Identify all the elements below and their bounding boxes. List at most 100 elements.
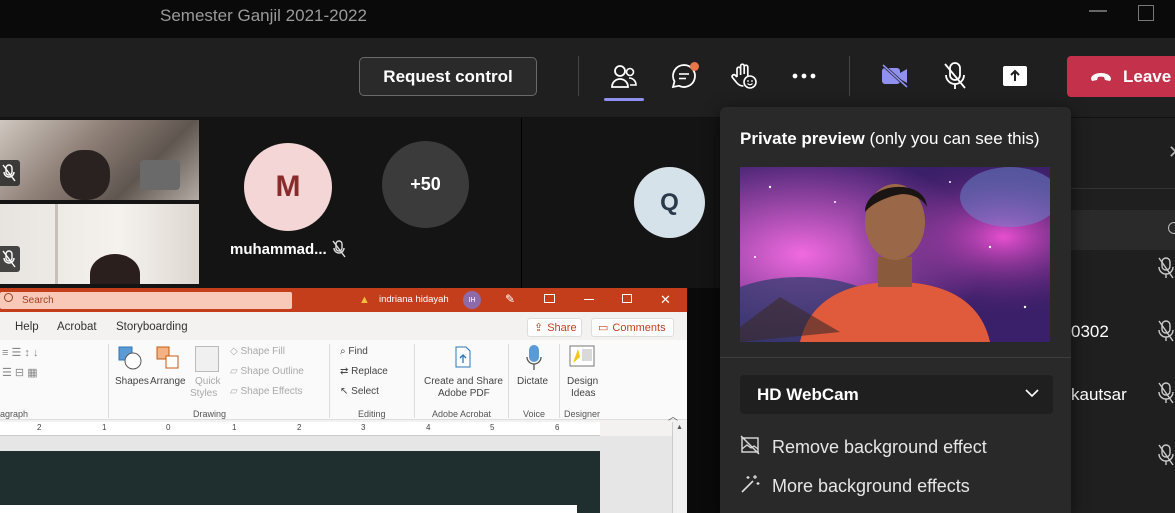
ruler-tick: 5 (490, 423, 495, 432)
mic-off-icon[interactable] (939, 60, 971, 92)
more-icon[interactable] (788, 60, 820, 92)
mic-off-icon (331, 240, 347, 263)
ruler-tick: 2 (297, 423, 302, 432)
participant-avatar-q[interactable]: Q (634, 167, 705, 238)
search-icon (4, 293, 13, 302)
request-control-button[interactable]: Request control (359, 57, 537, 96)
pane-divider (1071, 188, 1175, 189)
mic-off-icon (0, 160, 20, 186)
participant-video-tile[interactable] (0, 120, 199, 200)
restore-button[interactable] (1138, 5, 1154, 21)
ppt-scrollbar[interactable]: ▲ (672, 422, 687, 513)
tab-acrobat[interactable]: Acrobat (57, 321, 97, 333)
ppt-slide[interactable] (0, 451, 600, 513)
ppt-search-input[interactable]: Search (0, 292, 292, 309)
overflow-participants-button[interactable]: +50 (382, 141, 469, 228)
ppt-share-button[interactable]: ⇪ Share (527, 318, 582, 337)
self-video-preview (740, 167, 1050, 342)
shape-outline-button[interactable]: ▱ Shape Outline (230, 366, 304, 377)
ppt-close-button[interactable]: ✕ (660, 292, 671, 308)
stage-background (687, 288, 720, 513)
mic-off-icon (1157, 444, 1175, 471)
ppt-ribbon: ≡ ☰ ↕ ↓ ☰ ⊟ ▦ agraph Shapes Arrange Quic… (0, 340, 687, 423)
ruler-tick: 3 (361, 423, 366, 432)
private-preview-panel: Private preview (only you can see this) … (720, 107, 1071, 513)
mic-off-icon (1157, 257, 1175, 284)
adobe-group-label: Adobe Acrobat (432, 409, 492, 419)
create-share-label-2[interactable]: Adobe PDF (438, 388, 490, 399)
remove-background-label: Remove background effect (772, 437, 987, 457)
camera-off-icon[interactable] (879, 60, 911, 92)
share-tray-icon[interactable] (999, 60, 1031, 92)
arrange-icon[interactable] (156, 346, 180, 373)
pen-icon[interactable]: ✎ (505, 292, 515, 306)
ribbon-divider (414, 344, 415, 418)
shape-effects-button[interactable]: ▱ Shape Effects (230, 386, 303, 397)
camera-select-value: HD WebCam (757, 384, 859, 404)
grid-divider (521, 118, 522, 288)
shapes-icon[interactable] (118, 346, 142, 370)
window-title: Semester Ganjil 2021-2022 (160, 6, 367, 25)
raise-hand-icon[interactable] (728, 60, 760, 92)
minimize-button[interactable] (1089, 10, 1107, 12)
participant-avatar-m[interactable]: M (244, 143, 332, 231)
ruler-tick: 0 (166, 423, 171, 432)
participants-search-input[interactable] (1071, 210, 1175, 250)
mic-off-icon (1157, 382, 1175, 409)
ppt-restore-button[interactable] (622, 294, 632, 303)
participant-name: muhammad... (230, 241, 327, 258)
microphone-icon[interactable] (526, 344, 542, 375)
shapes-label[interactable]: Shapes (115, 376, 149, 387)
adobe-pdf-icon[interactable] (454, 346, 472, 371)
design-ideas-label-1[interactable]: Design (567, 376, 598, 387)
quick-styles-icon[interactable] (195, 346, 219, 372)
more-background-effects-option[interactable]: More background effects (740, 474, 970, 499)
ppt-slide-content (0, 505, 577, 513)
drawing-group-label: Drawing (193, 409, 227, 419)
paragraph-align-controls[interactable]: ☰ ⊟ ▦ (2, 366, 38, 379)
ppt-comments-button[interactable]: ▭ Comments (591, 318, 674, 337)
chevron-down-icon (1024, 385, 1040, 406)
private-preview-heading: Private preview (only you can see this) (740, 129, 1040, 149)
design-ideas-icon[interactable] (569, 345, 595, 372)
design-ideas-label-2[interactable]: Ideas (571, 388, 595, 399)
magic-wand-icon (740, 474, 760, 499)
ppt-minimize-button[interactable] (584, 299, 594, 301)
ppt-search-placeholder: Search (22, 295, 54, 306)
collapse-ribbon-icon[interactable]: ︿ (668, 408, 678, 423)
people-icon[interactable] (608, 60, 640, 92)
participant-silhouette (90, 254, 140, 284)
ribbon-display-icon[interactable] (544, 294, 555, 303)
preview-divider (720, 357, 1071, 358)
paragraph-controls[interactable]: ≡ ☰ ↕ ↓ (2, 346, 38, 359)
participant-video-tile[interactable] (0, 204, 199, 284)
shared-screen-powerpoint: Search ▲ indriana hidayah IH ✎ ✕ Help Ac… (0, 288, 687, 513)
camera-select[interactable]: HD WebCam (740, 375, 1053, 414)
replace-button[interactable]: ⇄ Replace (340, 366, 388, 377)
find-button[interactable]: ⌕ Find (340, 346, 368, 357)
comment-icon: ▭ (598, 322, 609, 334)
select-button[interactable]: ↖ Select (340, 386, 379, 397)
leave-button[interactable]: Leave (1067, 56, 1175, 97)
tab-help[interactable]: Help (15, 321, 39, 333)
tab-storyboarding[interactable]: Storyboarding (116, 321, 188, 333)
create-share-label-1[interactable]: Create and Share (424, 376, 503, 387)
ribbon-divider (508, 344, 509, 418)
shape-fill-button[interactable]: ◇ Shape Fill (230, 346, 285, 357)
overflow-count: +50 (410, 174, 441, 194)
remove-background-option[interactable]: Remove background effect (740, 435, 987, 460)
arrange-label[interactable]: Arrange (150, 376, 186, 387)
designer-group-label: Designer (564, 409, 601, 419)
toolbar-divider (849, 56, 850, 96)
ruler-tick: 6 (555, 423, 560, 432)
quick-styles-label-1: Quick (195, 376, 221, 387)
ruler-tick: 2 (37, 423, 42, 432)
mic-off-icon (0, 246, 20, 272)
voice-group-label: Voice (523, 409, 546, 419)
ppt-user-avatar[interactable]: IH (463, 291, 481, 309)
dictate-label[interactable]: Dictate (517, 376, 548, 387)
close-icon[interactable]: ✕ (1168, 142, 1175, 163)
background-object (140, 160, 180, 190)
scroll-up-icon[interactable]: ▲ (676, 424, 683, 431)
toolbar-divider (578, 56, 579, 96)
